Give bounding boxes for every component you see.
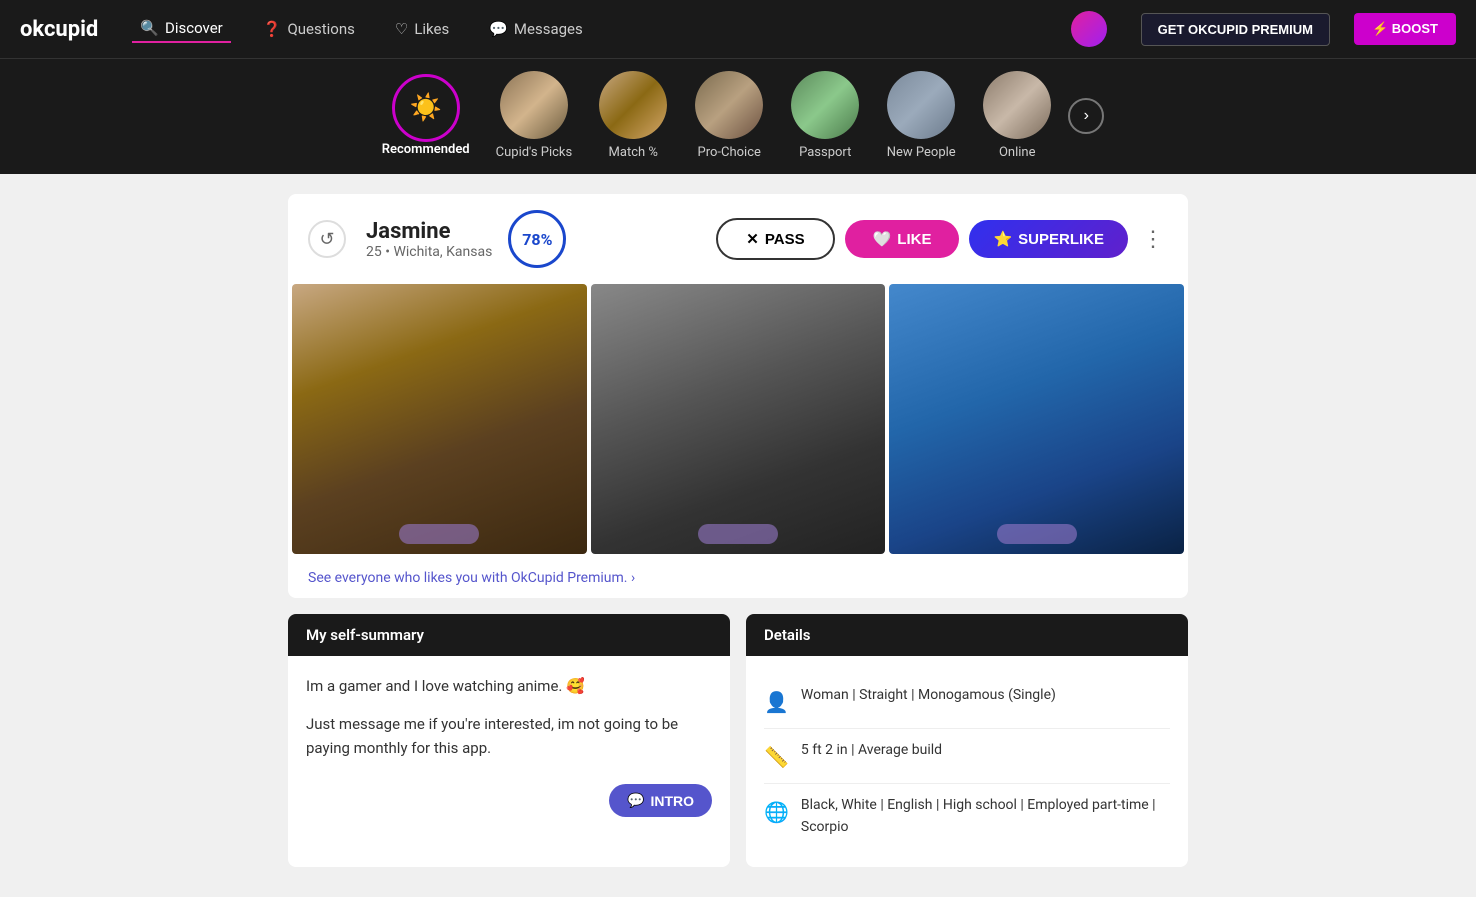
details-header: Details — [746, 614, 1188, 656]
match-percentage: 78% — [508, 210, 566, 268]
boost-button[interactable]: ⚡ BOOST — [1354, 13, 1456, 45]
premium-button[interactable]: GET OKCUPID PREMIUM — [1141, 13, 1330, 46]
nav-messages[interactable]: 💬 Messages — [481, 16, 591, 42]
category-pro-choice[interactable]: Pro-Choice — [684, 67, 774, 164]
details-card: Details 👤 Woman | Straight | Monogamous … — [746, 614, 1188, 867]
detail-gender: 👤 Woman | Straight | Monogamous (Single) — [764, 674, 1170, 729]
category-match-label: Match % — [609, 145, 658, 160]
self-summary-body: Im a gamer and I love watching anime. 🥰 … — [288, 656, 730, 792]
pro-choice-photo — [695, 71, 763, 139]
superlike-icon: ⭐ — [993, 230, 1012, 248]
x-icon: ✕ — [746, 230, 759, 248]
height-icon: 📏 — [764, 741, 789, 773]
main-content: ↺ Jasmine 25 • Wichita, Kansas 78% ✕ PAS… — [268, 194, 1208, 867]
new-people-photo — [887, 71, 955, 139]
profile-photo-2[interactable] — [591, 284, 886, 554]
nav-likes[interactable]: ♡ Likes — [387, 16, 457, 42]
discover-icon: 🔍 — [140, 19, 159, 37]
category-recommended-label: Recommended — [382, 142, 470, 157]
category-passport-label: Passport — [799, 145, 851, 160]
category-bar: ☀️ Recommended Cupid's Picks Match % Pro… — [0, 58, 1476, 174]
category-match[interactable]: Match % — [588, 67, 678, 164]
passport-photo — [791, 71, 859, 139]
category-passport[interactable]: Passport — [780, 67, 870, 164]
summary-text-2: Just message me if you're interested, im… — [306, 712, 712, 760]
detail-height: 📏 5 ft 2 in | Average build — [764, 729, 1170, 784]
profile-photo-1[interactable] — [292, 284, 587, 554]
photo-blur-3 — [997, 524, 1077, 544]
brand-logo: okcupid — [20, 17, 98, 42]
profile-photo-3[interactable] — [889, 284, 1184, 554]
intro-button[interactable]: 💬 INTRO — [609, 784, 712, 817]
heart-icon: 🤍 — [873, 230, 892, 248]
profile-name: Jasmine — [366, 219, 492, 244]
category-new-people[interactable]: New People — [876, 67, 966, 164]
premium-upsell[interactable]: See everyone who likes you with OkCupid … — [288, 558, 1188, 598]
superlike-button[interactable]: ⭐ SUPERLIKE — [969, 220, 1128, 258]
cupids-picks-photo — [500, 71, 568, 139]
detail-background: 🌐 Black, White | English | High school |… — [764, 784, 1170, 849]
nav-questions[interactable]: ❓ Questions — [255, 16, 363, 42]
online-photo — [983, 71, 1051, 139]
summary-text-1: Im a gamer and I love watching anime. 🥰 — [306, 674, 712, 698]
profile-name-block: Jasmine 25 • Wichita, Kansas — [366, 219, 492, 260]
gender-icon: 👤 — [764, 686, 789, 718]
heart-icon: ♡ — [395, 20, 408, 38]
action-buttons: ✕ PASS 🤍 LIKE ⭐ SUPERLIKE ⋮ — [716, 218, 1168, 260]
details-body: 👤 Woman | Straight | Monogamous (Single)… — [746, 656, 1188, 867]
undo-button[interactable]: ↺ — [308, 220, 346, 258]
photos-strip — [288, 284, 1188, 558]
profile-location: 25 • Wichita, Kansas — [366, 244, 492, 260]
photo-blur-1 — [399, 524, 479, 544]
category-pro-choice-label: Pro-Choice — [698, 145, 761, 160]
message-icon: 💬 — [489, 20, 508, 38]
user-avatar[interactable] — [1071, 11, 1107, 47]
category-online-label: Online — [999, 145, 1036, 160]
photo-blur-2 — [698, 524, 778, 544]
category-recommended[interactable]: ☀️ Recommended — [372, 70, 480, 161]
profile-card: ↺ Jasmine 25 • Wichita, Kansas 78% ✕ PAS… — [288, 194, 1188, 598]
questions-icon: ❓ — [263, 20, 282, 38]
recommended-icon: ☀️ — [392, 74, 460, 142]
category-cupids-picks[interactable]: Cupid's Picks — [486, 67, 583, 164]
match-photo — [599, 71, 667, 139]
message-icon: 💬 — [627, 792, 644, 809]
more-options-button[interactable]: ⋮ — [1138, 222, 1168, 256]
like-button[interactable]: 🤍 LIKE — [845, 220, 960, 258]
profile-header: ↺ Jasmine 25 • Wichita, Kansas 78% ✕ PAS… — [288, 194, 1188, 284]
top-navigation: okcupid 🔍 Discover ❓ Questions ♡ Likes 💬… — [0, 0, 1476, 58]
category-online[interactable]: Online — [972, 67, 1062, 164]
category-cupids-picks-label: Cupid's Picks — [496, 145, 573, 160]
nav-discover[interactable]: 🔍 Discover — [132, 15, 230, 43]
self-summary-header: My self-summary — [288, 614, 730, 656]
self-summary-card: My self-summary Im a gamer and I love wa… — [288, 614, 730, 867]
category-new-people-label: New People — [887, 145, 956, 160]
category-next-button[interactable]: › — [1068, 98, 1104, 134]
pass-button[interactable]: ✕ PASS — [716, 218, 834, 260]
profile-sections: My self-summary Im a gamer and I love wa… — [288, 614, 1188, 867]
globe-icon: 🌐 — [764, 796, 789, 828]
